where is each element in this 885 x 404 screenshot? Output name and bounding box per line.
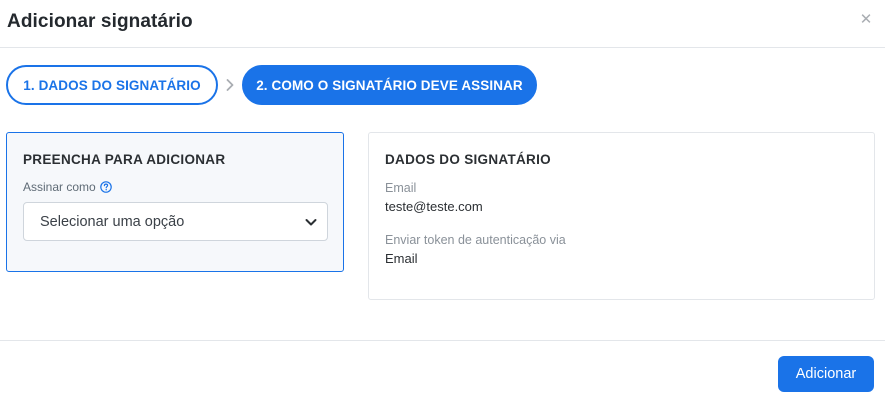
help-circle-icon[interactable] (99, 180, 113, 194)
token-label: Enviar token de autenticação via (385, 233, 566, 247)
modal-title: Adicionar signatário (7, 11, 193, 32)
form-panel: PREENCHA PARA ADICIONAR Assinar como Sel… (6, 132, 344, 272)
step-como-assinar[interactable]: 2. COMO O SIGNATÁRIO DEVE ASSINAR (242, 65, 537, 105)
assinar-como-select[interactable]: Selecionar uma opção (23, 202, 328, 241)
close-icon[interactable]: ✕ (859, 12, 873, 28)
signer-info-panel: DADOS DO SIGNATÁRIO Email teste@teste.co… (368, 132, 875, 300)
token-value: Email (385, 251, 418, 266)
chevron-down-icon (305, 216, 317, 228)
email-label: Email (385, 181, 417, 195)
signer-info-heading: DADOS DO SIGNATÁRIO (385, 152, 551, 167)
add-button[interactable]: Adicionar (778, 356, 874, 392)
assinar-como-label: Assinar como (23, 180, 113, 194)
form-panel-heading: PREENCHA PARA ADICIONAR (23, 152, 226, 167)
stepper: 1. DADOS DO SIGNATÁRIO 2. COMO O SIGNATÁ… (6, 65, 537, 105)
assinar-como-label-text: Assinar como (23, 180, 96, 194)
select-value: Selecionar uma opção (40, 213, 185, 230)
chevron-right-icon (218, 79, 242, 91)
step-dados-do-signatario[interactable]: 1. DADOS DO SIGNATÁRIO (6, 65, 218, 105)
modal-header: Adicionar signatário ✕ (0, 0, 885, 48)
email-value: teste@teste.com (385, 199, 483, 214)
footer-divider (0, 340, 885, 341)
